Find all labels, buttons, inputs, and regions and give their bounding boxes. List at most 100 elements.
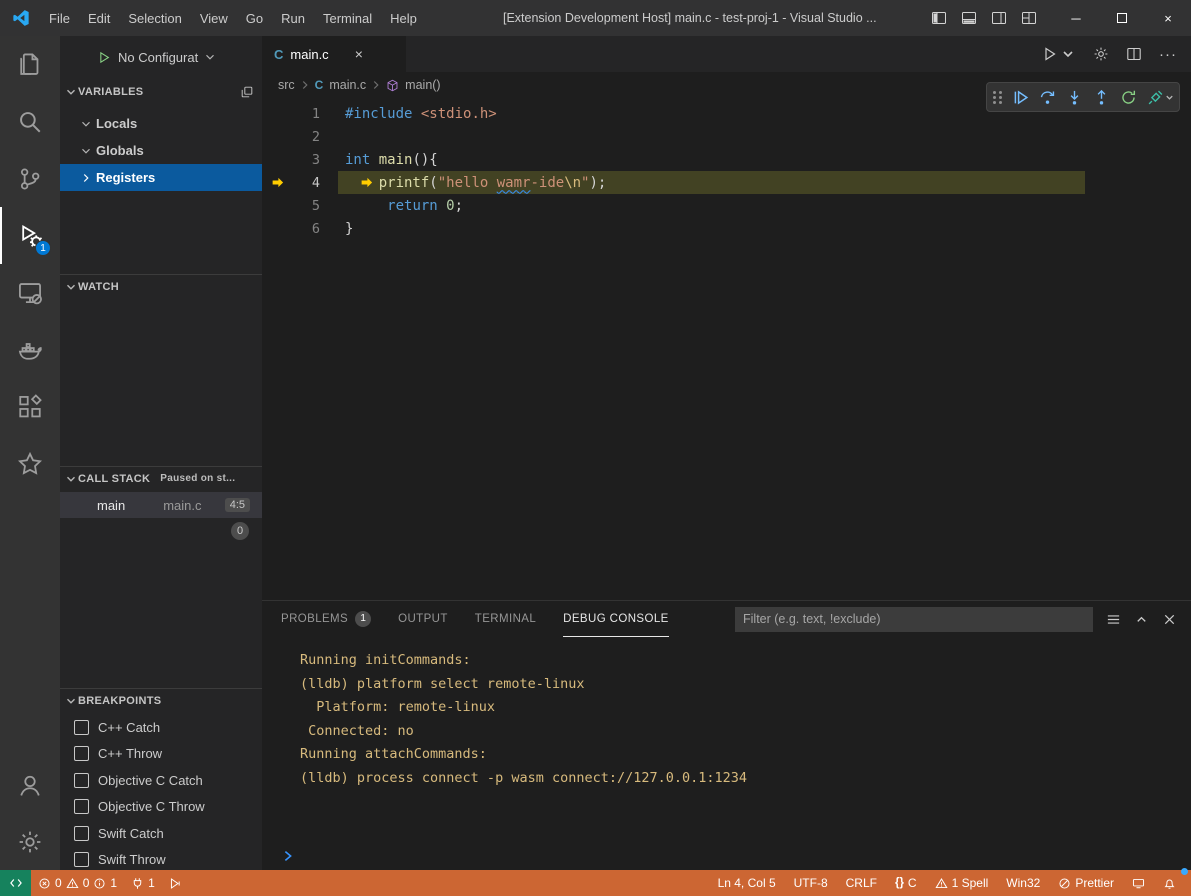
bell-icon bbox=[1163, 877, 1176, 890]
minimize-button[interactable]: ─ bbox=[1053, 0, 1099, 36]
watch-section-header[interactable]: WATCH bbox=[60, 274, 262, 298]
language-selector[interactable]: {} C bbox=[886, 870, 926, 896]
platform-status[interactable]: Win32 bbox=[997, 870, 1049, 896]
restart-button[interactable] bbox=[1115, 83, 1142, 111]
screen-icon bbox=[1132, 877, 1145, 890]
extensions-icon[interactable] bbox=[0, 378, 60, 435]
variables-scope-registers[interactable]: Registers bbox=[60, 164, 262, 191]
maximize-button[interactable] bbox=[1099, 0, 1145, 36]
eol-selector[interactable]: CRLF bbox=[837, 870, 886, 896]
toggle-secondary-sidebar-icon[interactable] bbox=[991, 10, 1007, 26]
breakpoint-checkbox[interactable] bbox=[74, 746, 89, 761]
toggle-sidebar-icon[interactable] bbox=[931, 10, 947, 26]
bottom-panel: PROBLEMS1OUTPUTTERMINALDEBUG CONSOLE Run… bbox=[262, 600, 1191, 870]
breakpoint-item[interactable]: C++ Throw bbox=[60, 741, 262, 768]
launch-config-dropdown[interactable]: No Configurat bbox=[118, 50, 217, 65]
menu-file[interactable]: File bbox=[40, 11, 79, 26]
close-button[interactable]: × bbox=[1145, 0, 1191, 36]
prettier-status[interactable]: Prettier bbox=[1049, 870, 1123, 896]
menu-go[interactable]: Go bbox=[237, 11, 272, 26]
problems-status[interactable]: 0 0 1 bbox=[31, 870, 124, 896]
ports-status[interactable]: 1 bbox=[124, 870, 162, 896]
code-line-6[interactable]: 6} bbox=[262, 217, 1191, 240]
panel-tab-output[interactable]: OUTPUT bbox=[398, 601, 448, 637]
breakpoints-section-header[interactable]: BREAKPOINTS bbox=[60, 688, 262, 712]
more-actions-icon[interactable]: ··· bbox=[1159, 46, 1177, 63]
notifications-bell[interactable] bbox=[1154, 870, 1185, 896]
panel-tab-problems[interactable]: PROBLEMS1 bbox=[281, 601, 371, 637]
step-out-button[interactable] bbox=[1088, 83, 1115, 111]
code-line-3[interactable]: 3int main(){ bbox=[262, 148, 1191, 171]
debug-current-line-icon[interactable] bbox=[262, 176, 292, 189]
explorer-icon[interactable] bbox=[0, 36, 60, 93]
remote-explorer-icon[interactable] bbox=[0, 264, 60, 321]
close-tab-icon[interactable]: × bbox=[355, 46, 363, 62]
close-panel-icon[interactable] bbox=[1162, 612, 1177, 627]
variables-scope-locals[interactable]: Locals bbox=[60, 110, 262, 137]
customize-layout-icon[interactable] bbox=[1021, 10, 1037, 26]
cursor-position[interactable]: Ln 4, Col 5 bbox=[709, 870, 785, 896]
panel-tab-debug-console[interactable]: DEBUG CONSOLE bbox=[563, 601, 669, 637]
menu-selection[interactable]: Selection bbox=[119, 11, 190, 26]
variables-section-header[interactable]: VARIABLES bbox=[60, 80, 262, 104]
callstack-section-header[interactable]: CALL STACK Paused on st... bbox=[60, 466, 262, 490]
console-prompt-icon[interactable] bbox=[281, 849, 295, 863]
code-line-5[interactable]: 5 return 0; bbox=[262, 194, 1191, 217]
variables-scope-globals[interactable]: Globals bbox=[60, 137, 262, 164]
watch-title: WATCH bbox=[78, 281, 119, 293]
ports-count: 1 bbox=[148, 876, 155, 890]
panel-header: PROBLEMS1 OUTPUT TERMINAL DEBUG CONSOLE bbox=[262, 601, 1191, 637]
breadcrumb-file[interactable]: main.c bbox=[329, 78, 366, 92]
configure-gear-icon[interactable] bbox=[1093, 46, 1109, 62]
favorites-star-icon[interactable] bbox=[0, 435, 60, 492]
toggle-panel-icon[interactable] bbox=[961, 10, 977, 26]
source-control-icon[interactable] bbox=[0, 150, 60, 207]
breakpoint-item[interactable]: Objective C Throw bbox=[60, 794, 262, 821]
breakpoint-item[interactable]: Objective C Catch bbox=[60, 767, 262, 794]
toolbar-drag-handle[interactable] bbox=[993, 91, 1003, 104]
filter-input[interactable] bbox=[735, 607, 1093, 632]
breadcrumb-folder[interactable]: src bbox=[278, 78, 295, 92]
docker-icon[interactable] bbox=[0, 321, 60, 378]
menu-run[interactable]: Run bbox=[272, 11, 314, 26]
debug-stackframe-icon bbox=[360, 176, 373, 189]
maximize-panel-icon[interactable] bbox=[1134, 612, 1149, 627]
continue-button[interactable] bbox=[1007, 83, 1034, 111]
step-into-button[interactable] bbox=[1061, 83, 1088, 111]
stack-frame-row[interactable]: main main.c 4:5 bbox=[60, 492, 262, 518]
breakpoint-checkbox[interactable] bbox=[74, 720, 89, 735]
menu-help[interactable]: Help bbox=[381, 11, 426, 26]
breakpoint-checkbox[interactable] bbox=[74, 826, 89, 841]
start-debug-icon[interactable] bbox=[98, 51, 111, 64]
menu-edit[interactable]: Edit bbox=[79, 11, 119, 26]
screen-reader-status[interactable] bbox=[1123, 870, 1154, 896]
section-action-icon[interactable] bbox=[240, 85, 254, 99]
breakpoint-checkbox[interactable] bbox=[74, 799, 89, 814]
run-or-debug-dropdown[interactable] bbox=[1042, 46, 1076, 62]
chevron-down-icon[interactable] bbox=[1164, 92, 1175, 103]
run-and-debug-icon[interactable]: 1 bbox=[0, 207, 60, 264]
code-line-4[interactable]: 4 printf("hello wamr-ide\n"); bbox=[262, 171, 1191, 194]
breakpoint-item[interactable]: Swift Catch bbox=[60, 820, 262, 847]
encoding-selector[interactable]: UTF-8 bbox=[785, 870, 837, 896]
spell-checker-status[interactable]: 1 Spell bbox=[926, 870, 998, 896]
tab-main-c[interactable]: C main.c × bbox=[262, 36, 406, 72]
panel-tab-terminal[interactable]: TERMINAL bbox=[475, 601, 536, 637]
search-icon[interactable] bbox=[0, 93, 60, 150]
accounts-icon[interactable] bbox=[0, 758, 60, 814]
output-lines-icon[interactable] bbox=[1106, 612, 1121, 627]
step-over-button[interactable] bbox=[1034, 83, 1061, 111]
breakpoint-item[interactable]: C++ Catch bbox=[60, 714, 262, 741]
debug-session-status[interactable] bbox=[162, 870, 189, 896]
breakpoint-checkbox[interactable] bbox=[74, 773, 89, 788]
remote-indicator[interactable] bbox=[0, 870, 31, 896]
menu-view[interactable]: View bbox=[191, 11, 237, 26]
menu-terminal[interactable]: Terminal bbox=[314, 11, 381, 26]
line-number: 5 bbox=[292, 198, 320, 214]
settings-gear-icon[interactable] bbox=[0, 814, 60, 870]
split-editor-icon[interactable] bbox=[1126, 46, 1142, 62]
code-line-2[interactable]: 2 bbox=[262, 125, 1191, 148]
breakpoint-checkbox[interactable] bbox=[74, 852, 89, 867]
chevron-down-icon bbox=[64, 472, 78, 486]
breadcrumb-symbol[interactable]: main() bbox=[405, 78, 440, 92]
